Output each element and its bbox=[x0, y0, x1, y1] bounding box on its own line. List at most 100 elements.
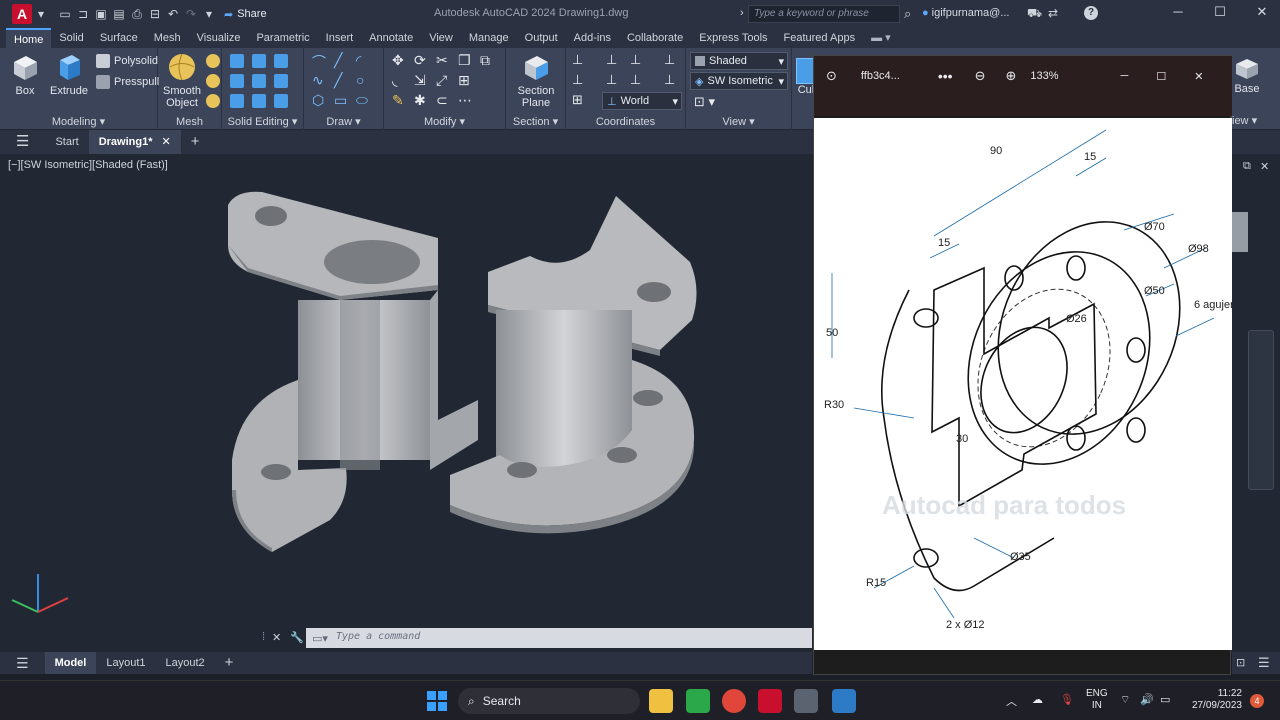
circle-icon[interactable]: ○ bbox=[356, 72, 364, 88]
battery-icon[interactable]: ▭ bbox=[1160, 693, 1170, 706]
smooth-object-button[interactable]: Smooth Object bbox=[162, 52, 202, 109]
polysolid-button[interactable]: Polysolid bbox=[96, 54, 158, 68]
user-account[interactable]: ● igifpurnama@... bbox=[922, 7, 1009, 19]
mesh-tool-2-icon[interactable] bbox=[206, 74, 220, 88]
chrome-icon[interactable] bbox=[722, 689, 746, 713]
exchange-icon[interactable]: ⇄ bbox=[1048, 6, 1058, 20]
tab-output[interactable]: Output bbox=[517, 28, 566, 48]
spline-icon[interactable]: ∿ bbox=[312, 72, 324, 89]
fullscreen-icon[interactable]: ⊡ bbox=[1236, 656, 1245, 669]
cmd-customize-icon[interactable]: 🔧 bbox=[290, 631, 304, 644]
offset-edges-icon[interactable] bbox=[274, 74, 288, 88]
photos-viewer-window[interactable]: ⊙ ffb3c4... ••• ⊖ ⊕ 133% ─ ☐ ✕ 90 15 15 … bbox=[813, 55, 1232, 675]
undo-icon[interactable]: ↶ bbox=[164, 4, 182, 24]
tab-annotate[interactable]: Annotate bbox=[361, 28, 421, 48]
offset-icon[interactable]: ⊂ bbox=[436, 92, 448, 109]
ucs-y-icon[interactable]: ⊥ bbox=[606, 72, 617, 88]
tab-solid[interactable]: Solid bbox=[51, 28, 91, 48]
navigation-bar[interactable] bbox=[1248, 330, 1274, 490]
qat-dropdown-icon[interactable]: ▾ bbox=[200, 4, 218, 24]
save-icon[interactable]: ▣ bbox=[92, 4, 110, 24]
autocad-logo-icon[interactable]: A bbox=[12, 4, 32, 24]
minimize-button[interactable]: ─ bbox=[1164, 4, 1192, 24]
search-icon[interactable]: ⌕ bbox=[904, 6, 911, 22]
layout-menu-icon[interactable]: ☰ bbox=[0, 652, 45, 674]
slice-icon[interactable] bbox=[230, 74, 244, 88]
array-icon[interactable]: ⊞ bbox=[458, 72, 470, 89]
tab-insert[interactable]: Insert bbox=[318, 28, 362, 48]
layout-tab-model[interactable]: Model bbox=[44, 652, 97, 674]
microphone-icon[interactable]: 🎙 bbox=[1060, 693, 1074, 706]
tab-view[interactable]: View bbox=[421, 28, 461, 48]
rectangle-icon[interactable]: ▭ bbox=[334, 92, 347, 109]
tab-visualize[interactable]: Visualize bbox=[189, 28, 249, 48]
plot-icon[interactable]: ⎙ bbox=[128, 4, 146, 24]
presspull-button[interactable]: Presspull bbox=[96, 75, 159, 89]
move-icon[interactable]: ✥ bbox=[392, 52, 404, 69]
save-as-icon[interactable]: ▤ bbox=[110, 4, 128, 24]
line-icon[interactable]: ╱ bbox=[334, 52, 342, 69]
base-view-button[interactable]: Base bbox=[1232, 56, 1262, 95]
photos-minimize-button[interactable]: ─ bbox=[1121, 70, 1129, 82]
section-plane-button[interactable]: Section Plane bbox=[512, 52, 560, 109]
erase-icon[interactable]: ✎ bbox=[392, 92, 404, 109]
ucs-world-dropdown[interactable]: ⊥ World ▾ bbox=[602, 92, 682, 110]
ucs-x-icon[interactable]: ⊥ bbox=[572, 72, 583, 88]
status-menu-icon[interactable]: ☰ bbox=[1258, 655, 1270, 671]
calculator-icon[interactable] bbox=[794, 689, 818, 713]
tray-chevron-icon[interactable]: ︿ bbox=[1006, 693, 1017, 709]
photos-close-button[interactable]: ✕ bbox=[1194, 70, 1203, 83]
thicken-icon[interactable] bbox=[274, 94, 288, 108]
subtract-icon[interactable] bbox=[252, 54, 266, 68]
visual-style-dropdown[interactable]: Shaded ▾ bbox=[690, 52, 788, 70]
cart-icon[interactable]: ⛟ bbox=[1027, 6, 1042, 22]
close-button[interactable]: ✕ bbox=[1248, 4, 1276, 24]
tab-featured-apps[interactable]: Featured Apps bbox=[776, 28, 864, 48]
mesh-tool-3-icon[interactable] bbox=[206, 94, 220, 108]
keyword-search-input[interactable]: Type a keyword or phrase bbox=[748, 5, 900, 23]
tab-home[interactable]: Home bbox=[6, 28, 52, 48]
polygon-icon[interactable]: ⬡ bbox=[312, 92, 324, 109]
box-button[interactable]: Box bbox=[6, 52, 44, 97]
maximize-button[interactable]: ☐ bbox=[1206, 4, 1234, 24]
stretch-icon[interactable]: ⇲ bbox=[414, 72, 426, 89]
mirror-icon[interactable]: ⧉ bbox=[480, 52, 490, 69]
ribbon-options-icon[interactable]: ▬ ▾ bbox=[863, 28, 899, 48]
copy-icon[interactable]: ❐ bbox=[458, 52, 471, 69]
arc-icon[interactable]: ◜ bbox=[356, 52, 361, 69]
print-icon[interactable]: ⊟ bbox=[146, 4, 164, 24]
photos-taskbar-icon[interactable] bbox=[832, 689, 856, 713]
trim-icon[interactable]: ✂ bbox=[436, 52, 448, 69]
vp-close-icon[interactable]: ✕ bbox=[1260, 160, 1269, 173]
explode-icon[interactable]: ✱ bbox=[414, 92, 426, 109]
tab-addins[interactable]: Add-ins bbox=[566, 28, 619, 48]
shell-icon[interactable] bbox=[230, 94, 244, 108]
command-input[interactable]: Type a command bbox=[306, 628, 812, 648]
extrude-button[interactable]: Extrude bbox=[48, 52, 90, 97]
new-tab-icon[interactable]: + bbox=[181, 130, 210, 154]
cmd-recent-icon[interactable]: ▭▾ bbox=[312, 632, 328, 645]
autocad-taskbar-icon[interactable] bbox=[758, 689, 782, 713]
ucs-origin-icon[interactable]: ⊥ bbox=[606, 52, 617, 68]
taskbar-search[interactable]: ⌕ Search bbox=[458, 688, 640, 714]
ucs-face-icon[interactable]: ⊥ bbox=[664, 72, 675, 88]
photos-maximize-button[interactable]: ☐ bbox=[1156, 70, 1166, 83]
tab-surface[interactable]: Surface bbox=[92, 28, 146, 48]
intersect-icon[interactable] bbox=[274, 54, 288, 68]
tab-manage[interactable]: Manage bbox=[461, 28, 517, 48]
polyline-icon[interactable]: ⌒ bbox=[312, 52, 326, 72]
clock[interactable]: 11:22 27/09/2023 bbox=[1186, 688, 1242, 712]
camtasia-icon[interactable] bbox=[686, 689, 710, 713]
cmd-close-icon[interactable]: ✕ bbox=[272, 631, 281, 644]
new-file-icon[interactable]: ▭ bbox=[56, 4, 74, 24]
tab-express-tools[interactable]: Express Tools bbox=[691, 28, 775, 48]
panel-title-solid-editing[interactable]: Solid Editing ▾ bbox=[222, 115, 303, 128]
extract-edges-icon[interactable] bbox=[252, 74, 266, 88]
new-layout-icon[interactable]: + bbox=[215, 652, 244, 674]
ucs-view-icon[interactable]: ⊥ bbox=[664, 52, 675, 68]
panel-title-section[interactable]: Section ▾ bbox=[506, 115, 565, 128]
wifi-icon[interactable]: ⌔ bbox=[1120, 693, 1130, 707]
ucs-named-icon[interactable]: ⊞ bbox=[572, 92, 583, 108]
tab-mesh[interactable]: Mesh bbox=[146, 28, 189, 48]
rotate-icon[interactable]: ⟳ bbox=[414, 52, 426, 69]
